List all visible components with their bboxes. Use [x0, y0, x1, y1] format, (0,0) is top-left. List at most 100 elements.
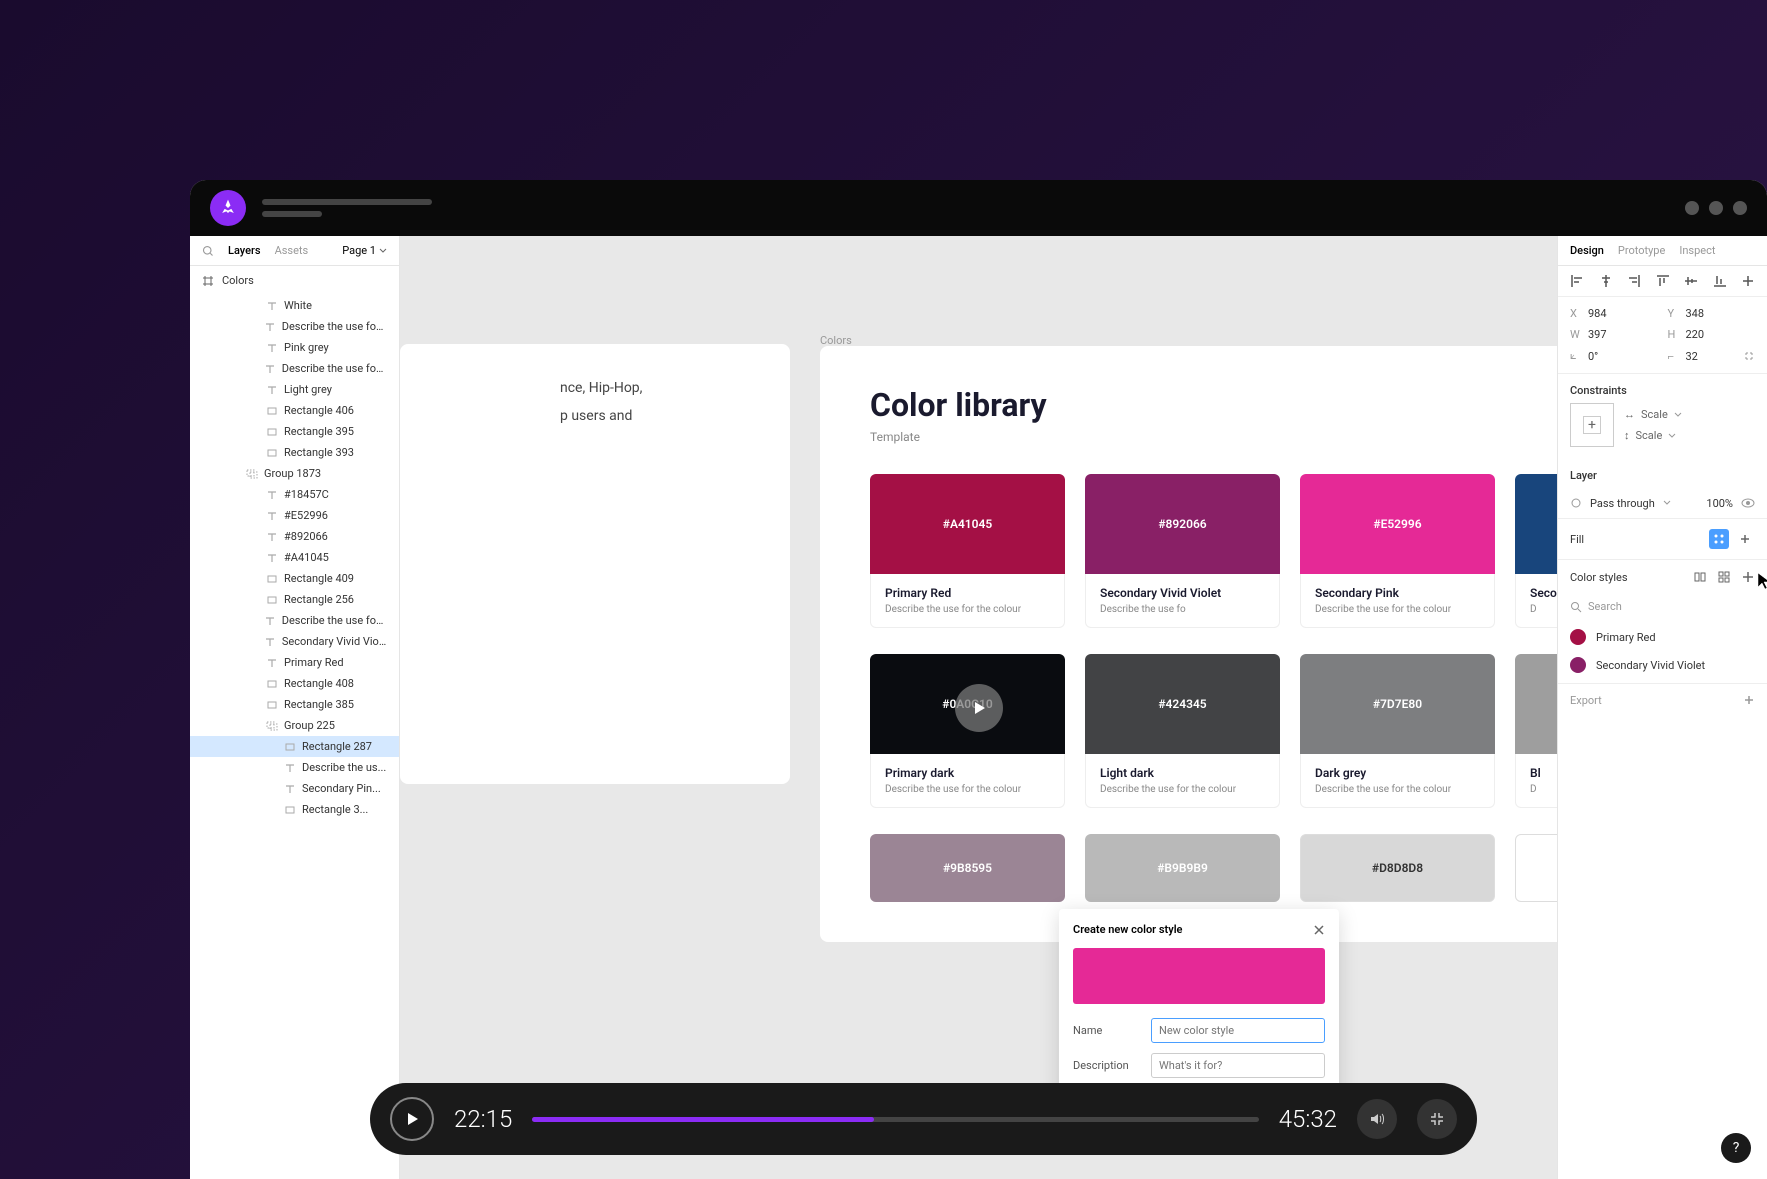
- layer-item[interactable]: Primary Red: [190, 652, 399, 673]
- layer-item[interactable]: Secondary Vivid Violet: [190, 631, 399, 652]
- color-swatch[interactable]: #A41045Primary RedDescribe the use for t…: [870, 474, 1065, 628]
- color-swatch[interactable]: #E52996Secondary PinkDescribe the use fo…: [1300, 474, 1495, 628]
- layer-item[interactable]: Group 1873: [190, 463, 399, 484]
- color-swatch[interactable]: #424345Light darkDescribe the use for th…: [1085, 654, 1280, 808]
- rotation-value[interactable]: 0°: [1588, 350, 1598, 363]
- v-constraint[interactable]: ↕Scale: [1624, 429, 1682, 442]
- layer-item[interactable]: #18457C: [190, 484, 399, 505]
- color-swatch[interactable]: #0A0C10Primary darkDescribe the use for …: [870, 654, 1065, 808]
- color-swatch[interactable]: #18457CSecondary BlueD: [1515, 474, 1557, 628]
- fullscreen-button[interactable]: [1417, 1099, 1457, 1139]
- w-value[interactable]: 397: [1588, 328, 1607, 341]
- style-search[interactable]: Search: [1558, 594, 1767, 619]
- layer-item[interactable]: Describe the use for ...: [190, 316, 399, 337]
- canvas-play-overlay[interactable]: [955, 684, 1003, 732]
- layer-item[interactable]: #E52996: [190, 505, 399, 526]
- app-logo[interactable]: [210, 190, 246, 226]
- align-left-icon[interactable]: [1570, 274, 1584, 288]
- search-icon[interactable]: [202, 245, 214, 257]
- style-item[interactable]: Secondary Vivid Violet: [1558, 651, 1767, 679]
- color-swatch[interactable]: #D8D8D8: [1300, 834, 1495, 902]
- color-swatch[interactable]: #9B8595: [870, 834, 1065, 902]
- layer-item[interactable]: Describe the use for ...: [190, 358, 399, 379]
- volume-button[interactable]: [1357, 1099, 1397, 1139]
- tab-design[interactable]: Design: [1570, 244, 1604, 257]
- color-swatch[interactable]: BlD: [1515, 654, 1557, 808]
- opacity-value[interactable]: 100%: [1706, 497, 1733, 510]
- canvas[interactable]: Colors nce, Hip-Hop, p users and Color l…: [400, 236, 1557, 1179]
- progress-track[interactable]: [532, 1117, 1258, 1122]
- plus-icon[interactable]: [1743, 694, 1755, 706]
- layer-item[interactable]: Describe the us...: [190, 757, 399, 778]
- layer-item[interactable]: Rectangle 385: [190, 694, 399, 715]
- h-value[interactable]: 220: [1686, 328, 1705, 341]
- layer-item[interactable]: #A41045: [190, 547, 399, 568]
- window-dot[interactable]: [1685, 201, 1699, 215]
- align-right-icon[interactable]: [1627, 274, 1641, 288]
- window-dot[interactable]: [1709, 201, 1723, 215]
- blend-row: Pass through 100%: [1558, 488, 1767, 519]
- play-button[interactable]: [390, 1097, 434, 1141]
- layers-list[interactable]: WhiteDescribe the use for ...Pink greyDe…: [190, 295, 399, 1179]
- x-value[interactable]: 984: [1588, 307, 1607, 320]
- layer-item[interactable]: Describe the use for ...: [190, 610, 399, 631]
- help-button[interactable]: ?: [1721, 1133, 1751, 1163]
- window-dot[interactable]: [1733, 201, 1747, 215]
- align-vcenter-icon[interactable]: [1684, 274, 1698, 288]
- layer-item[interactable]: Rectangle 395: [190, 421, 399, 442]
- layer-item[interactable]: White: [190, 295, 399, 316]
- grid-icon[interactable]: [1717, 570, 1731, 584]
- style-item[interactable]: Primary Red: [1558, 623, 1767, 651]
- layer-label: Group 1873: [264, 467, 321, 480]
- library-icon[interactable]: [1693, 570, 1707, 584]
- tab-assets[interactable]: Assets: [275, 244, 309, 257]
- layer-item[interactable]: Rectangle 3...: [190, 799, 399, 820]
- color-swatch[interactable]: #7D7E80Dark greyDescribe the use for the…: [1300, 654, 1495, 808]
- swatch-body: Dark greyDescribe the use for the colour: [1300, 754, 1495, 808]
- layer-item[interactable]: Pink grey: [190, 337, 399, 358]
- layer-item[interactable]: Group 225: [190, 715, 399, 736]
- expand-icon[interactable]: [1743, 350, 1755, 362]
- style-button[interactable]: [1709, 529, 1729, 549]
- swatch-name: Dark grey: [1315, 766, 1480, 780]
- align-bottom-icon[interactable]: [1713, 274, 1727, 288]
- cursor-icon: [1757, 572, 1767, 590]
- layer-item[interactable]: Rectangle 406: [190, 400, 399, 421]
- color-swatch[interactable]: #B9B9B9: [1085, 834, 1280, 902]
- layer-item[interactable]: #892066: [190, 526, 399, 547]
- tab-layers[interactable]: Layers: [228, 244, 261, 257]
- layer-item[interactable]: Rectangle 409: [190, 568, 399, 589]
- close-icon[interactable]: [1313, 924, 1325, 936]
- color-swatch[interactable]: #FFFFFF: [1515, 834, 1557, 902]
- y-value[interactable]: 348: [1686, 307, 1705, 320]
- layer-item[interactable]: Secondary Pin...: [190, 778, 399, 799]
- tab-prototype[interactable]: Prototype: [1618, 244, 1665, 257]
- layer-item[interactable]: Rectangle 287: [190, 736, 399, 757]
- layer-item[interactable]: Rectangle 256: [190, 589, 399, 610]
- layer-label: Describe the use for ...: [282, 320, 387, 333]
- layer-item[interactable]: Rectangle 408: [190, 673, 399, 694]
- align-top-icon[interactable]: [1656, 274, 1670, 288]
- color-swatch[interactable]: #892066Secondary Vivid VioletDescribe th…: [1085, 474, 1280, 628]
- eye-icon[interactable]: [1741, 496, 1755, 510]
- radius-value[interactable]: 32: [1686, 350, 1698, 363]
- layer-label: Rectangle 395: [284, 425, 354, 438]
- plus-icon[interactable]: [1741, 570, 1755, 584]
- desc-input[interactable]: [1151, 1053, 1325, 1078]
- color-library-frame[interactable]: Color library Template #A41045Primary Re…: [820, 346, 1557, 942]
- distribute-icon[interactable]: [1741, 274, 1755, 288]
- constraints-widget[interactable]: +: [1570, 403, 1614, 447]
- blend-mode[interactable]: Pass through: [1590, 497, 1655, 510]
- h-constraint[interactable]: ↔Scale: [1624, 408, 1682, 421]
- layer-label: Secondary Vivid Violet: [282, 635, 387, 648]
- colors-header[interactable]: Colors: [190, 266, 399, 295]
- layer-item[interactable]: Light grey: [190, 379, 399, 400]
- window-controls[interactable]: [1685, 201, 1747, 215]
- swatch-name: Secondary Blue: [1530, 586, 1557, 600]
- page-selector[interactable]: Page 1: [342, 244, 387, 257]
- layer-item[interactable]: Rectangle 393: [190, 442, 399, 463]
- add-fill-button[interactable]: [1735, 529, 1755, 549]
- name-input[interactable]: [1151, 1018, 1325, 1043]
- tab-inspect[interactable]: Inspect: [1679, 244, 1715, 257]
- align-hcenter-icon[interactable]: [1599, 274, 1613, 288]
